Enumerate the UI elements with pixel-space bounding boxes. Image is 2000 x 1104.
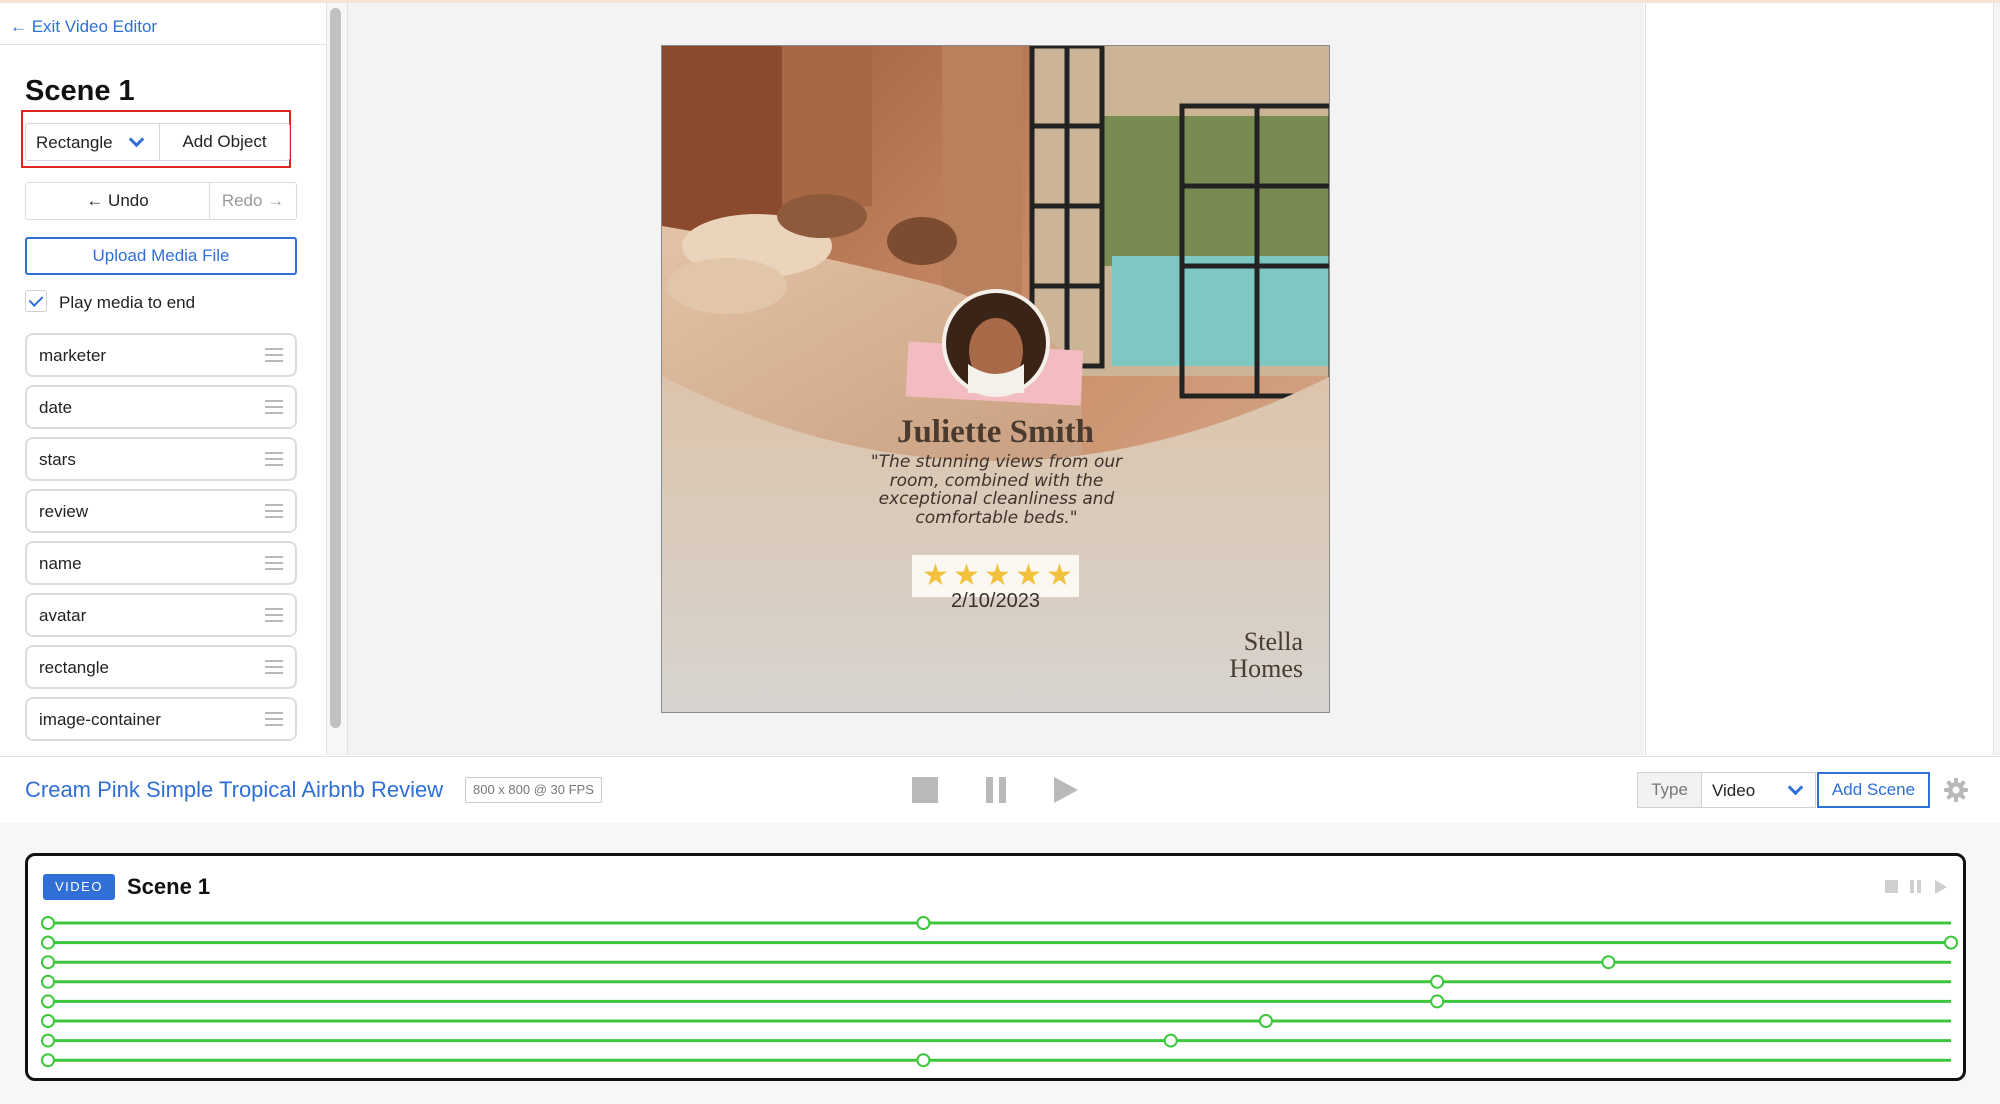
drag-handle-icon[interactable] xyxy=(265,452,283,466)
track-start-handle[interactable] xyxy=(41,916,55,930)
editor-toolbar: Cream Pink Simple Tropical Airbnb Review… xyxy=(0,756,2000,824)
track-end-handle[interactable] xyxy=(1163,1033,1178,1048)
object-type-select[interactable]: Rectangle xyxy=(26,124,160,160)
track-end-handle[interactable] xyxy=(1601,955,1616,970)
track-start-handle[interactable] xyxy=(41,955,55,970)
layer-item[interactable]: date xyxy=(25,385,297,429)
redo-button[interactable]: Redo → xyxy=(210,183,296,219)
track-end-handle[interactable] xyxy=(1258,1014,1273,1028)
layer-label: name xyxy=(39,554,82,573)
chevron-down-icon xyxy=(1787,779,1804,796)
exit-video-editor-link[interactable]: ← Exit Video Editor xyxy=(10,17,157,37)
layer-item[interactable]: image-container xyxy=(25,697,297,741)
track-start-handle[interactable] xyxy=(41,994,55,1009)
track-end-handle[interactable] xyxy=(916,916,931,930)
sidebar-divider xyxy=(0,44,326,45)
track-start-handle[interactable] xyxy=(41,1033,55,1048)
track-start-handle[interactable] xyxy=(41,1014,55,1028)
upload-media-button[interactable]: Upload Media File xyxy=(25,237,297,275)
layer-item[interactable]: rectangle xyxy=(25,645,297,689)
drag-handle-icon[interactable] xyxy=(265,400,283,414)
track-start-handle[interactable] xyxy=(41,935,55,950)
track-start-handle[interactable] xyxy=(41,1053,55,1068)
layer-item[interactable]: marketer xyxy=(25,333,297,377)
track-start-handle[interactable] xyxy=(41,974,55,989)
track-end-handle[interactable] xyxy=(1430,994,1445,1009)
undo-redo-group: ← Undo Redo → xyxy=(25,182,297,220)
star-icon: ★ xyxy=(1046,559,1073,592)
add-object-group: Rectangle Add Object xyxy=(25,123,290,161)
resolution-badge: 800 x 800 @ 30 FPS xyxy=(465,777,602,803)
scene-preview[interactable]: Juliette Smith "The stunning views from … xyxy=(661,45,1330,713)
play-icon[interactable] xyxy=(1054,777,1078,803)
layer-label: stars xyxy=(39,450,76,469)
project-title[interactable]: Cream Pink Simple Tropical Airbnb Review xyxy=(25,777,443,803)
layer-label: marketer xyxy=(39,346,107,365)
drag-handle-icon[interactable] xyxy=(265,608,283,622)
scene-type-value: Video xyxy=(1712,781,1756,800)
layer-label: avatar xyxy=(39,606,87,625)
layer-item[interactable]: avatar xyxy=(25,593,297,637)
brand-line-1: Stella xyxy=(1243,627,1303,656)
scene-type-select[interactable]: Video xyxy=(1701,772,1816,808)
track-end-handle[interactable] xyxy=(916,1053,931,1068)
drag-handle-icon[interactable] xyxy=(265,556,283,570)
review-date: 2/10/2023 xyxy=(951,590,1040,612)
layer-item[interactable]: name xyxy=(25,541,297,585)
scene-timeline-card[interactable]: VIDEO Scene 1 xyxy=(25,853,1966,1081)
play-to-end-label: Play media to end xyxy=(59,293,196,312)
gear-icon[interactable] xyxy=(1944,778,1968,802)
pause-icon[interactable] xyxy=(986,777,1006,803)
drag-handle-icon[interactable] xyxy=(265,660,283,674)
scene-title: Scene 1 xyxy=(25,75,135,107)
add-object-button[interactable]: Add Object xyxy=(160,124,289,160)
review-text: "The stunning views from our room, combi… xyxy=(870,452,1123,528)
layer-item[interactable]: review xyxy=(25,489,297,533)
checkmark-icon xyxy=(28,292,44,307)
track-end-handle[interactable] xyxy=(1944,935,1958,950)
star-icon: ★ xyxy=(953,559,980,592)
play-to-end-checkbox[interactable] xyxy=(25,290,47,312)
layer-label: rectangle xyxy=(39,658,109,677)
drag-handle-icon[interactable] xyxy=(265,348,283,362)
stop-icon[interactable] xyxy=(912,777,938,803)
type-label: Type xyxy=(1637,772,1701,808)
drag-handle-icon[interactable] xyxy=(265,504,283,518)
object-type-value: Rectangle xyxy=(36,133,113,152)
review-name: Juliette Smith xyxy=(896,414,1095,450)
right-scrollbar[interactable] xyxy=(1993,3,2000,755)
layer-label: review xyxy=(39,502,89,521)
layer-item[interactable]: stars xyxy=(25,437,297,481)
properties-panel xyxy=(1645,3,1994,755)
track-end-handle[interactable] xyxy=(1430,974,1445,989)
brand-line-2: Homes xyxy=(1229,654,1303,683)
layer-label: image-container xyxy=(39,710,161,729)
star-icon: ★ xyxy=(922,559,949,592)
star-icon: ★ xyxy=(1015,559,1042,592)
drag-handle-icon[interactable] xyxy=(265,712,283,726)
sidebar-scrollbar-thumb[interactable] xyxy=(330,8,341,728)
add-scene-button[interactable]: Add Scene xyxy=(1817,772,1930,808)
layer-label: date xyxy=(39,398,73,417)
timeline-tracks[interactable] xyxy=(28,856,1963,1078)
undo-button[interactable]: ← Undo xyxy=(26,183,210,219)
star-icon: ★ xyxy=(984,559,1011,592)
brand-logo-text: Stella Homes xyxy=(1183,628,1303,682)
chevron-down-icon xyxy=(128,131,145,148)
layer-list: marketer date stars review name avatar r… xyxy=(25,333,297,749)
